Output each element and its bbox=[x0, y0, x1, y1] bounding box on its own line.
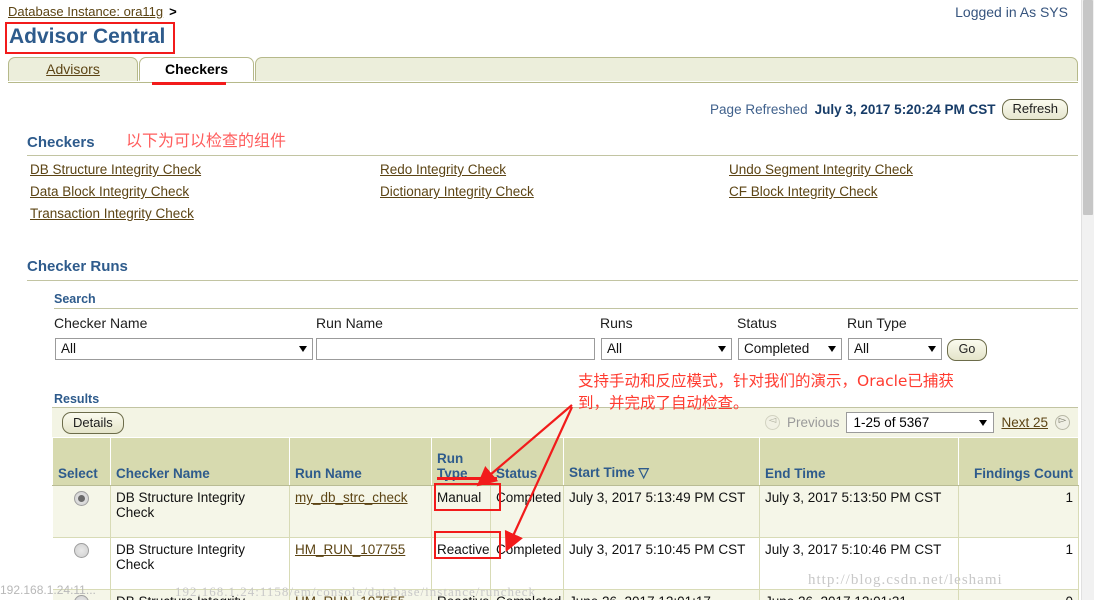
page-content: Database Instance: ora11g > Logged in As … bbox=[0, 0, 1082, 600]
scrollbar-thumb[interactable] bbox=[1083, 0, 1093, 215]
annotation-arrows bbox=[476, 404, 574, 553]
browser-viewport: Database Instance: ora11g > Logged in As … bbox=[0, 0, 1094, 600]
vertical-scrollbar[interactable] bbox=[1081, 0, 1094, 600]
